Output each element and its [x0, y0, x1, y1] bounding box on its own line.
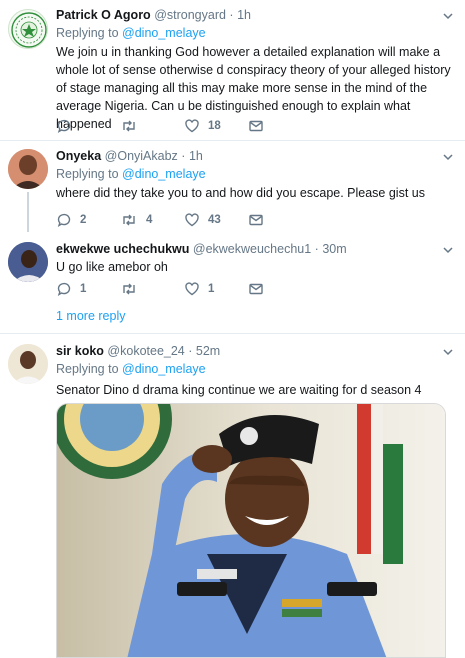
retweet-button[interactable]: [120, 117, 146, 135]
seal-logo-icon: [11, 12, 47, 48]
reply-count: 1: [80, 283, 87, 295]
user-handle[interactable]: @OnyiAkabz: [105, 149, 178, 163]
reply-button[interactable]: [56, 117, 80, 135]
avatar[interactable]: [8, 242, 48, 282]
display-name[interactable]: Onyeka: [56, 149, 101, 163]
reply-icon: [57, 213, 71, 228]
envelope-icon: [249, 120, 263, 132]
retweet-icon: [123, 214, 135, 226]
avatar[interactable]: [8, 149, 48, 189]
tweet-header: sir koko @kokotee_24 · 52m: [56, 344, 220, 358]
replying-to-label: Replying to: [56, 362, 119, 376]
display-name[interactable]: sir koko: [56, 344, 104, 358]
timestamp[interactable]: 52m: [196, 344, 220, 358]
like-button[interactable]: 43: [184, 211, 221, 229]
separator-dot: ·: [181, 149, 186, 163]
separator-dot: ·: [188, 344, 193, 358]
retweet-count: 4: [146, 214, 153, 226]
tweet-photo[interactable]: [56, 403, 446, 658]
tweet-actions: 18: [56, 117, 356, 135]
retweet-icon: [123, 120, 135, 132]
reply-count: 2: [80, 214, 87, 226]
display-name[interactable]: ekwekwe uchechukwu: [56, 242, 189, 256]
tweet-patrick[interactable]: Patrick O Agoro @strongyard · 1h Replyin…: [0, 0, 465, 140]
mention-link[interactable]: @dino_melaye: [122, 362, 206, 376]
tweet-header: ekwekwe uchechukwu @ekwekweuchechu1 · 30…: [56, 242, 347, 256]
tweet-ekwekwe[interactable]: ekwekwe uchechukwu @ekwekweuchechu1 · 30…: [0, 235, 465, 332]
message-button[interactable]: [248, 117, 264, 135]
chevron-down-icon[interactable]: [441, 9, 455, 23]
like-count: 18: [208, 120, 221, 132]
replying-to: Replying to @dino_melaye: [56, 26, 206, 40]
tweet-text: Senator Dino d drama king continue we ar…: [56, 383, 422, 397]
user-handle[interactable]: @ekwekweuchechu1: [193, 242, 311, 256]
retweet-icon: [123, 283, 135, 295]
separator-dot: ·: [314, 242, 319, 256]
police-officer-saluting-image: [57, 404, 445, 657]
avatar[interactable]: [8, 9, 48, 49]
tweet-header: Patrick O Agoro @strongyard · 1h: [56, 8, 251, 22]
separator-dot: ·: [229, 8, 234, 22]
heart-icon: [185, 213, 199, 227]
replying-to: Replying to @dino_melaye: [56, 167, 206, 181]
retweet-button[interactable]: [120, 280, 146, 298]
heart-icon: [185, 119, 199, 133]
like-button[interactable]: 18: [184, 117, 221, 135]
mention-link[interactable]: @dino_melaye: [122, 26, 206, 40]
person-photo-icon: [8, 149, 48, 189]
chevron-down-icon[interactable]: [441, 243, 455, 257]
tweet-text: U go like amebor oh: [56, 260, 168, 274]
like-count: 43: [208, 214, 221, 226]
envelope-icon: [249, 283, 263, 295]
retweet-button[interactable]: 4: [120, 211, 152, 229]
envelope-icon: [249, 214, 263, 226]
avatar[interactable]: [8, 344, 48, 384]
mention-link[interactable]: @dino_melaye: [122, 167, 206, 181]
timestamp[interactable]: 1h: [189, 149, 203, 163]
tweet-header: Onyeka @OnyiAkabz · 1h: [56, 149, 203, 163]
tweet-onyeka[interactable]: Onyeka @OnyiAkabz · 1h Replying to @dino…: [0, 141, 465, 235]
timestamp[interactable]: 1h: [237, 8, 251, 22]
tweet-actions: 1 1: [56, 280, 356, 298]
replying-to-label: Replying to: [56, 167, 119, 181]
heart-icon: [185, 282, 199, 296]
tweet-text: where did they take you to and how did y…: [56, 186, 425, 200]
message-button[interactable]: [248, 280, 264, 298]
timestamp[interactable]: 30m: [322, 242, 346, 256]
more-replies-link[interactable]: 1 more reply: [56, 309, 125, 323]
person-photo-icon: [8, 344, 48, 384]
reply-icon: [57, 119, 71, 134]
chevron-down-icon[interactable]: [441, 345, 455, 359]
chevron-down-icon[interactable]: [441, 150, 455, 164]
like-button[interactable]: 1: [184, 280, 214, 298]
tweet-actions: 2 4 43: [56, 211, 356, 229]
reply-icon: [57, 282, 71, 297]
reply-button[interactable]: 1: [56, 280, 86, 298]
person-photo-icon: [8, 242, 48, 282]
replying-to: Replying to @dino_melaye: [56, 362, 206, 376]
user-handle[interactable]: @strongyard: [154, 8, 226, 22]
user-handle[interactable]: @kokotee_24: [107, 344, 184, 358]
reply-button[interactable]: 2: [56, 211, 86, 229]
message-button[interactable]: [248, 211, 264, 229]
like-count: 1: [208, 283, 215, 295]
replying-to-label: Replying to: [56, 26, 119, 40]
thread-line: [27, 192, 29, 232]
display-name[interactable]: Patrick O Agoro: [56, 8, 151, 22]
